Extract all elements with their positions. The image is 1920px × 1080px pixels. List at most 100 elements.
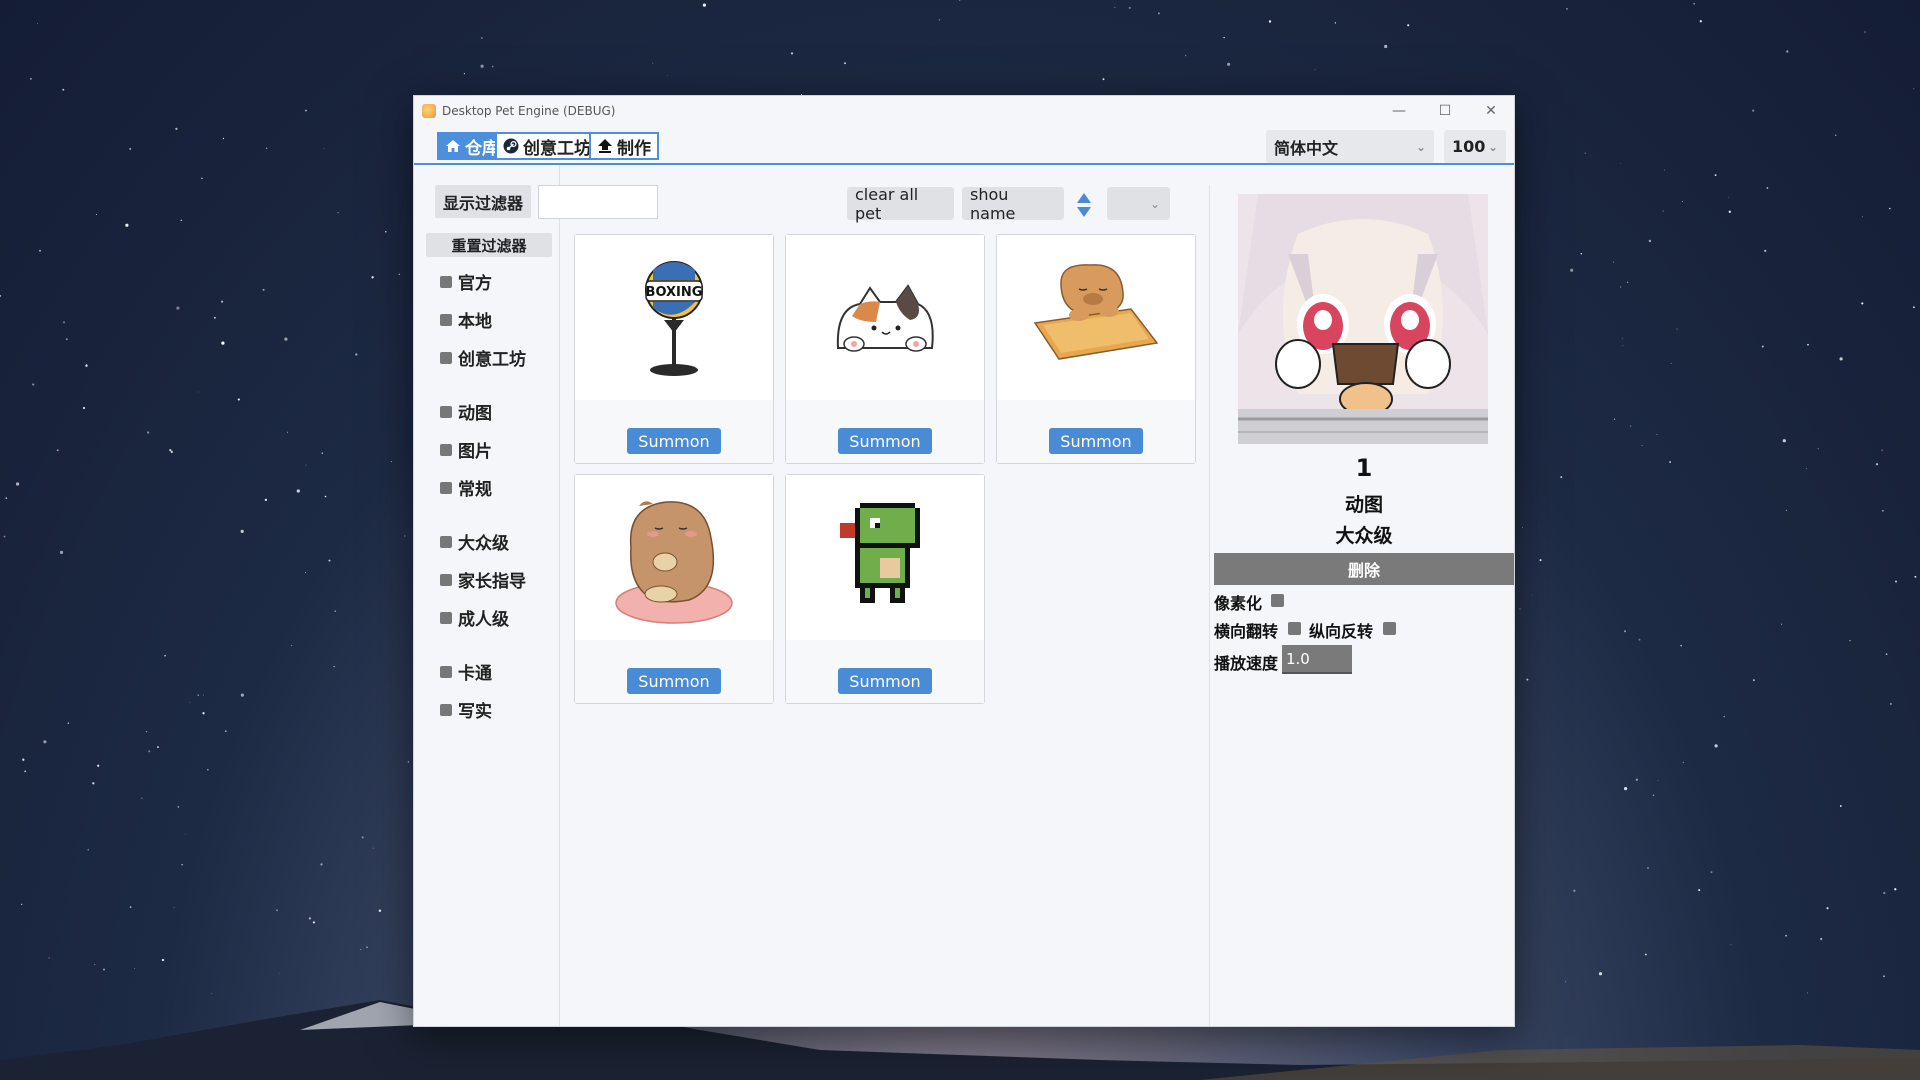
tab-create[interactable]: 制作 [589, 132, 659, 160]
app-window: Desktop Pet Engine (DEBUG) — ☐ ✕ 仓库 创意工坊… [413, 95, 1515, 1027]
pet-card: Summon [785, 474, 985, 704]
filter-general[interactable]: 大众级 [440, 529, 509, 554]
pet-card: BOXING Summon [574, 234, 774, 464]
filter-label: 常规 [458, 480, 492, 500]
checkbox[interactable] [440, 405, 452, 418]
filter-label: 动图 [458, 404, 492, 424]
checkbox[interactable] [440, 313, 452, 326]
checkbox[interactable] [440, 351, 452, 364]
card-footer: Summon [575, 400, 773, 463]
tab-label: 创意工坊 [523, 138, 591, 159]
play-speed-label: 播放速度 [1214, 654, 1279, 673]
filter-official[interactable]: 官方 [440, 269, 492, 294]
pixelate-checkbox[interactable] [1271, 594, 1284, 607]
checkbox[interactable] [440, 443, 452, 456]
summon-button[interactable]: Summon [627, 428, 721, 454]
summon-button[interactable]: Summon [838, 428, 932, 454]
pet-id: 1 [1355, 454, 1373, 482]
boxing-text: BOXING [646, 285, 703, 300]
show-filter-button[interactable]: 显示过滤器 [435, 185, 531, 218]
filter-label: 卡通 [458, 664, 492, 684]
tab-bar: 仓库 创意工坊 制作 简体中文 ⌄ 100 ⌄ [414, 125, 1514, 165]
card-footer: Summon [575, 640, 773, 703]
pet-thumbnail[interactable] [786, 475, 984, 640]
steam-icon [503, 138, 519, 154]
tab-label: 仓库 [465, 138, 499, 159]
pixel-dino-image [840, 502, 920, 603]
tab-workshop[interactable]: 创意工坊 [495, 132, 599, 160]
minimize-button[interactable]: — [1376, 96, 1422, 125]
sort-select[interactable]: ⌄ [1107, 187, 1170, 220]
window-title: Desktop Pet Engine (DEBUG) [442, 103, 616, 118]
language-value: 简体中文 [1274, 138, 1339, 158]
close-button[interactable]: ✕ [1468, 96, 1514, 125]
filter-adult[interactable]: 成人级 [440, 605, 509, 630]
checkbox[interactable] [440, 573, 452, 586]
filter-cartoon[interactable]: 卡通 [440, 659, 492, 684]
panel-divider [1209, 185, 1210, 1026]
filter-workshop[interactable]: 创意工坊 [440, 345, 526, 370]
show-name-button[interactable]: shou name [962, 185, 1064, 223]
filter-animated[interactable]: 动图 [440, 399, 492, 424]
flip-horizontal-label: 横向翻转 [1214, 622, 1279, 641]
pixelate-label: 像素化 [1214, 594, 1263, 613]
clear-all-pet-button[interactable]: clear all pet [847, 185, 954, 223]
zoom-select[interactable]: 100 ⌄ [1444, 130, 1506, 163]
card-footer: Summon [786, 400, 984, 463]
checkbox[interactable] [440, 535, 452, 548]
filter-label: 家长指导 [458, 572, 526, 592]
play-speed-input[interactable]: 1.0 [1282, 645, 1352, 674]
pet-thumbnail[interactable] [786, 235, 984, 400]
flip-horizontal-checkbox[interactable] [1288, 622, 1301, 635]
filter-input[interactable] [538, 185, 658, 219]
filter-image[interactable]: 图片 [440, 437, 492, 462]
home-icon [446, 140, 460, 152]
summon-button[interactable]: Summon [1049, 428, 1143, 454]
sort-icon[interactable] [1076, 192, 1092, 218]
app-icon [422, 103, 436, 118]
delete-button[interactable]: 删除 [1214, 553, 1514, 585]
pet-card: Summon [574, 474, 774, 704]
reset-filter-button[interactable]: 重置过滤器 [426, 233, 552, 257]
cat-image [836, 283, 934, 352]
filter-regular[interactable]: 常规 [440, 475, 492, 500]
filter-label: 大众级 [458, 534, 509, 554]
anime-girl-image [1238, 194, 1488, 444]
chevron-down-icon: ⌄ [1149, 196, 1160, 211]
pet-card: Summon [785, 234, 985, 464]
capybara-keyboard-image [1033, 263, 1159, 360]
pet-thumbnail[interactable] [997, 235, 1195, 400]
checkbox[interactable] [440, 703, 452, 716]
flip-vertical-label: 纵向反转 [1309, 622, 1374, 641]
filter-label: 图片 [458, 442, 492, 462]
pet-type: 动图 [1344, 494, 1383, 516]
checkbox[interactable] [440, 275, 452, 288]
filter-parental[interactable]: 家长指导 [440, 567, 526, 592]
pet-thumbnail[interactable] [575, 475, 773, 640]
maximize-button[interactable]: ☐ [1422, 96, 1468, 125]
filter-label: 创意工坊 [458, 350, 526, 370]
chevron-down-icon: ⌄ [1415, 139, 1426, 154]
pet-rating: 大众级 [1335, 525, 1393, 547]
zoom-value: 100 [1452, 137, 1486, 156]
language-select[interactable]: 简体中文 ⌄ [1266, 130, 1434, 163]
filter-label: 本地 [458, 312, 492, 332]
summon-button[interactable]: Summon [627, 668, 721, 694]
filter-realistic[interactable]: 写实 [440, 697, 492, 722]
filter-label: 写实 [458, 702, 492, 722]
checkbox[interactable] [440, 665, 452, 678]
filter-label: 官方 [458, 274, 492, 294]
chevron-down-icon: ⌄ [1487, 139, 1498, 154]
filter-local[interactable]: 本地 [440, 307, 492, 332]
pet-thumbnail[interactable]: BOXING [575, 235, 773, 400]
card-footer: Summon [997, 400, 1195, 463]
filter-label: 成人级 [458, 610, 509, 630]
filter-panel [414, 165, 560, 1026]
summon-button[interactable]: Summon [838, 668, 932, 694]
pet-card: Summon [996, 234, 1196, 464]
capybara-sitting-image [615, 500, 733, 624]
checkbox[interactable] [440, 611, 452, 624]
card-footer: Summon [786, 640, 984, 703]
flip-vertical-checkbox[interactable] [1383, 622, 1396, 635]
checkbox[interactable] [440, 481, 452, 494]
